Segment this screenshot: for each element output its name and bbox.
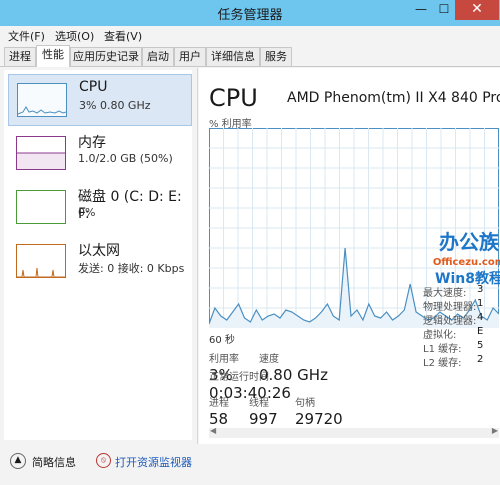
resource-name: 内存	[78, 135, 106, 151]
watermark-logo: 办公族 Officezu.com Win8教程	[433, 230, 500, 287]
title-bar: 任务管理器 — ☐ ✕	[0, 0, 500, 26]
footer-bar: ▲ 简略信息 ⦸ 打开资源监视器	[0, 448, 500, 485]
threads-value: 997	[249, 410, 278, 428]
uptime-value: 0:03:40:26	[209, 384, 291, 402]
time-span-label: 60 秒	[209, 335, 235, 346]
resource-monitor-icon: ⦸	[96, 453, 111, 468]
cpu-model: AMD Phenom(tm) II X4 840 Pro	[287, 90, 500, 106]
resource-name: CPU	[79, 79, 108, 95]
resource-item-cpu[interactable]: CPU 3% 0.80 GHz	[8, 74, 192, 126]
scroll-left-icon[interactable]: ◀	[210, 426, 216, 435]
tab-details[interactable]: 详细信息	[206, 47, 260, 66]
resource-item-disk[interactable]: 磁盘 0 (C: D: E: F: 0%	[8, 182, 190, 232]
detail-title: CPU	[209, 84, 258, 112]
ethernet-thumbnail	[16, 244, 66, 278]
close-button[interactable]: ✕	[455, 0, 499, 20]
maximize-button[interactable]: ☐	[433, 0, 455, 20]
resource-item-ethernet[interactable]: 以太网 发送: 0 接收: 0 Kbps	[8, 236, 190, 286]
utilization-label: 利用率	[209, 354, 239, 365]
disk-thumbnail	[16, 190, 66, 224]
fewer-details-link[interactable]: 简略信息	[32, 454, 76, 470]
horizontal-scrollbar[interactable]: ◀ ▶	[209, 426, 499, 438]
tab-app-history[interactable]: 应用历史记录	[70, 47, 142, 66]
pane-divider[interactable]	[197, 68, 198, 444]
uptime-label: 正常运行时间	[209, 372, 269, 383]
menu-bar: 文件(F) 选项(O) 查看(V)	[0, 26, 500, 44]
tab-services[interactable]: 服务	[260, 47, 292, 66]
cpu-thumbnail	[17, 83, 67, 117]
tab-users[interactable]: 用户	[174, 47, 206, 66]
resource-value: 3% 0.80 GHz	[79, 99, 151, 112]
resource-name: 以太网	[78, 243, 120, 259]
minimize-button[interactable]: —	[409, 0, 433, 20]
memory-thumbnail	[16, 136, 66, 170]
tab-startup[interactable]: 启动	[142, 47, 174, 66]
menu-view[interactable]: 查看(V)	[104, 28, 142, 44]
task-manager-window: 任务管理器 — ☐ ✕ 文件(F) 选项(O) 查看(V) 进程 性能 应用历史…	[0, 0, 500, 485]
handles-value: 29720	[295, 410, 343, 428]
menu-options[interactable]: 选项(O)	[55, 28, 94, 44]
watermark-text: 办公族	[439, 230, 500, 254]
collapse-icon[interactable]: ▲	[10, 453, 26, 469]
resource-value: 0%	[78, 206, 96, 219]
menu-file[interactable]: 文件(F)	[8, 28, 45, 44]
tab-processes[interactable]: 进程	[4, 47, 36, 66]
watermark-text: Officezu.com	[433, 257, 500, 268]
watermark-text: Win8教程	[435, 270, 500, 287]
resource-item-memory[interactable]: 内存 1.0/2.0 GB (50%)	[8, 128, 190, 178]
resource-value: 发送: 0 接收: 0 Kbps	[78, 262, 185, 275]
open-resource-monitor-link[interactable]: 打开资源监视器	[115, 454, 192, 470]
resource-value: 1.0/2.0 GB (50%)	[78, 152, 173, 165]
tab-performance[interactable]: 性能	[36, 45, 70, 67]
scroll-right-icon[interactable]: ▶	[492, 426, 498, 435]
uptime-block: 正常运行时间 0:03:40:26	[209, 368, 409, 408]
resource-list: CPU 3% 0.80 GHz 内存 1.0/2.0 GB (50%) 磁盘 0…	[4, 70, 192, 440]
tab-bar: 进程 性能 应用历史记录 启动 用户 详细信息 服务	[0, 44, 500, 67]
speed-label: 速度	[259, 354, 279, 365]
